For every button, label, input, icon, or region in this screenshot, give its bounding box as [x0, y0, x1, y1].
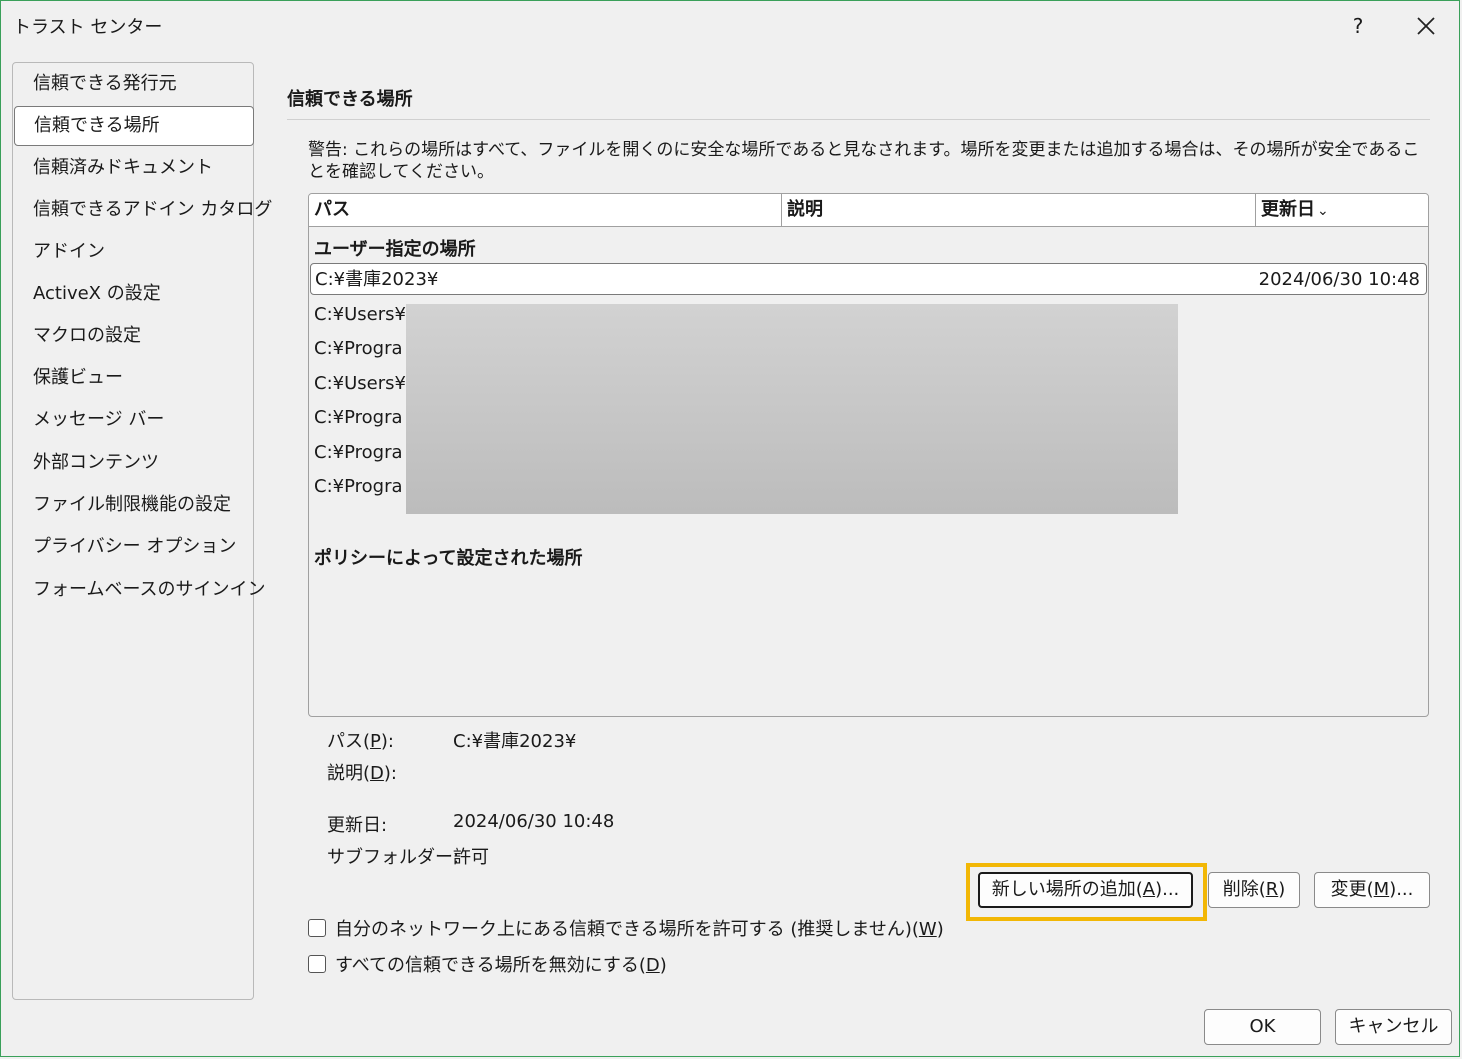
section-title: 信頼できる場所	[287, 89, 413, 110]
sidebar-item-external-content[interactable]: 外部コンテンツ	[13, 443, 253, 483]
sidebar-item-file-block[interactable]: ファイル制限機能の設定	[13, 485, 253, 525]
table-row[interactable]: C:¥Progra	[314, 472, 403, 502]
updated-value: 2024/06/30 10:48	[453, 811, 615, 832]
row-path: C:¥Users¥	[314, 373, 406, 394]
column-header-description-label: 説明	[787, 199, 823, 220]
close-icon	[1417, 17, 1435, 35]
chevron-down-icon: ⌄	[1317, 203, 1329, 219]
sidebar-item-activex[interactable]: ActiveX の設定	[13, 274, 253, 314]
table-row[interactable]: C:¥Progra	[314, 438, 403, 468]
table-row[interactable]: C:¥Users¥	[314, 369, 406, 399]
modify-button[interactable]: 変更(M)...	[1314, 872, 1430, 908]
help-button[interactable]: ?	[1343, 11, 1373, 41]
row-path: C:¥書庫2023¥	[315, 269, 439, 290]
row-path: C:¥Progra	[314, 338, 403, 359]
redaction-block	[406, 304, 1178, 514]
checkbox-box[interactable]	[308, 919, 326, 937]
cancel-button[interactable]: キャンセル	[1335, 1009, 1452, 1045]
category-sidebar: 信頼できる発行元 信頼できる場所 信頼済みドキュメント 信頼できるアドイン カタ…	[12, 62, 272, 1000]
row-updated: 2024/06/30 10:48	[1258, 269, 1420, 290]
row-path: C:¥Progra	[314, 476, 403, 497]
path-value: C:¥書庫2023¥	[453, 731, 577, 752]
column-header-updated[interactable]: 更新日 ⌄	[1256, 194, 1428, 226]
table-row[interactable]: C:¥Progra	[314, 334, 403, 364]
section-divider	[287, 119, 1430, 120]
dialog-title: トラスト センター	[13, 17, 163, 38]
updated-label: 更新日:	[327, 815, 388, 836]
close-button[interactable]	[1409, 9, 1443, 43]
allow-network-locations-checkbox[interactable]: 自分のネットワーク上にある信頼できる場所を許可する (推奨しません)(W)	[308, 916, 944, 940]
group-policy-locations: ポリシーによって設定された場所	[314, 548, 583, 569]
allow-network-locations-label: 自分のネットワーク上にある信頼できる場所を許可する (推奨しません)(W)	[335, 919, 944, 940]
table-row[interactable]: C:¥書庫2023¥ 2024/06/30 10:48	[310, 263, 1427, 295]
subfolder-value: 許可	[453, 847, 489, 868]
add-location-button[interactable]: 新しい場所の追加(A)...	[978, 872, 1193, 908]
subfolder-label: サブフォルダー:	[327, 847, 460, 868]
trust-center-dialog: トラスト センター ? 信頼できる発行元 信頼できる場所 信頼済みドキュメント …	[0, 0, 1460, 1057]
warning-text: 警告: これらの場所はすべて、ファイルを開くのに安全な場所であると見なされます。…	[308, 140, 1420, 182]
ok-button[interactable]: OK	[1204, 1009, 1321, 1045]
description-label: 説明(D):	[327, 763, 397, 784]
sidebar-item-addins[interactable]: アドイン	[13, 232, 253, 272]
sidebar-item-trusted-addin-catalogs[interactable]: 信頼できるアドイン カタログ	[13, 190, 272, 230]
sidebar-item-form-signin[interactable]: フォームベースのサインイン	[13, 570, 266, 610]
checkbox-box[interactable]	[308, 955, 326, 973]
sidebar-item-message-bar[interactable]: メッセージ バー	[13, 400, 253, 440]
table-row[interactable]: C:¥Progra	[314, 403, 403, 433]
sidebar-item-macro[interactable]: マクロの設定	[13, 316, 253, 356]
column-header-description[interactable]: 説明	[782, 194, 1256, 226]
column-header-updated-label: 更新日	[1261, 199, 1315, 220]
path-label: パス(P):	[327, 731, 394, 752]
remove-button[interactable]: 削除(R)	[1208, 872, 1300, 908]
column-header-path[interactable]: パス	[309, 194, 782, 226]
row-path: C:¥Progra	[314, 407, 403, 428]
row-path: C:¥Users¥	[314, 304, 406, 325]
table-row[interactable]: C:¥Users¥	[314, 300, 406, 330]
sidebar-item-protected-view[interactable]: 保護ビュー	[13, 358, 253, 398]
trusted-locations-list[interactable]: パス 説明 更新日 ⌄ ユーザー指定の場所 C:¥書庫2023¥ 2024/06/…	[308, 193, 1429, 717]
row-path: C:¥Progra	[314, 442, 403, 463]
disable-all-locations-checkbox[interactable]: すべての信頼できる場所を無効にする(D)	[308, 952, 667, 976]
group-user-locations: ユーザー指定の場所	[314, 239, 476, 260]
disable-all-locations-label: すべての信頼できる場所を無効にする(D)	[335, 955, 667, 976]
sidebar-item-trusted-locations[interactable]: 信頼できる場所	[14, 106, 254, 146]
sidebar-item-privacy-options[interactable]: プライバシー オプション	[13, 527, 253, 567]
sidebar-item-trusted-documents[interactable]: 信頼済みドキュメント	[13, 148, 253, 188]
column-header-path-label: パス	[314, 199, 350, 220]
sidebar-item-trusted-publishers[interactable]: 信頼できる発行元	[13, 64, 253, 104]
list-header: パス 説明 更新日 ⌄	[309, 194, 1428, 227]
